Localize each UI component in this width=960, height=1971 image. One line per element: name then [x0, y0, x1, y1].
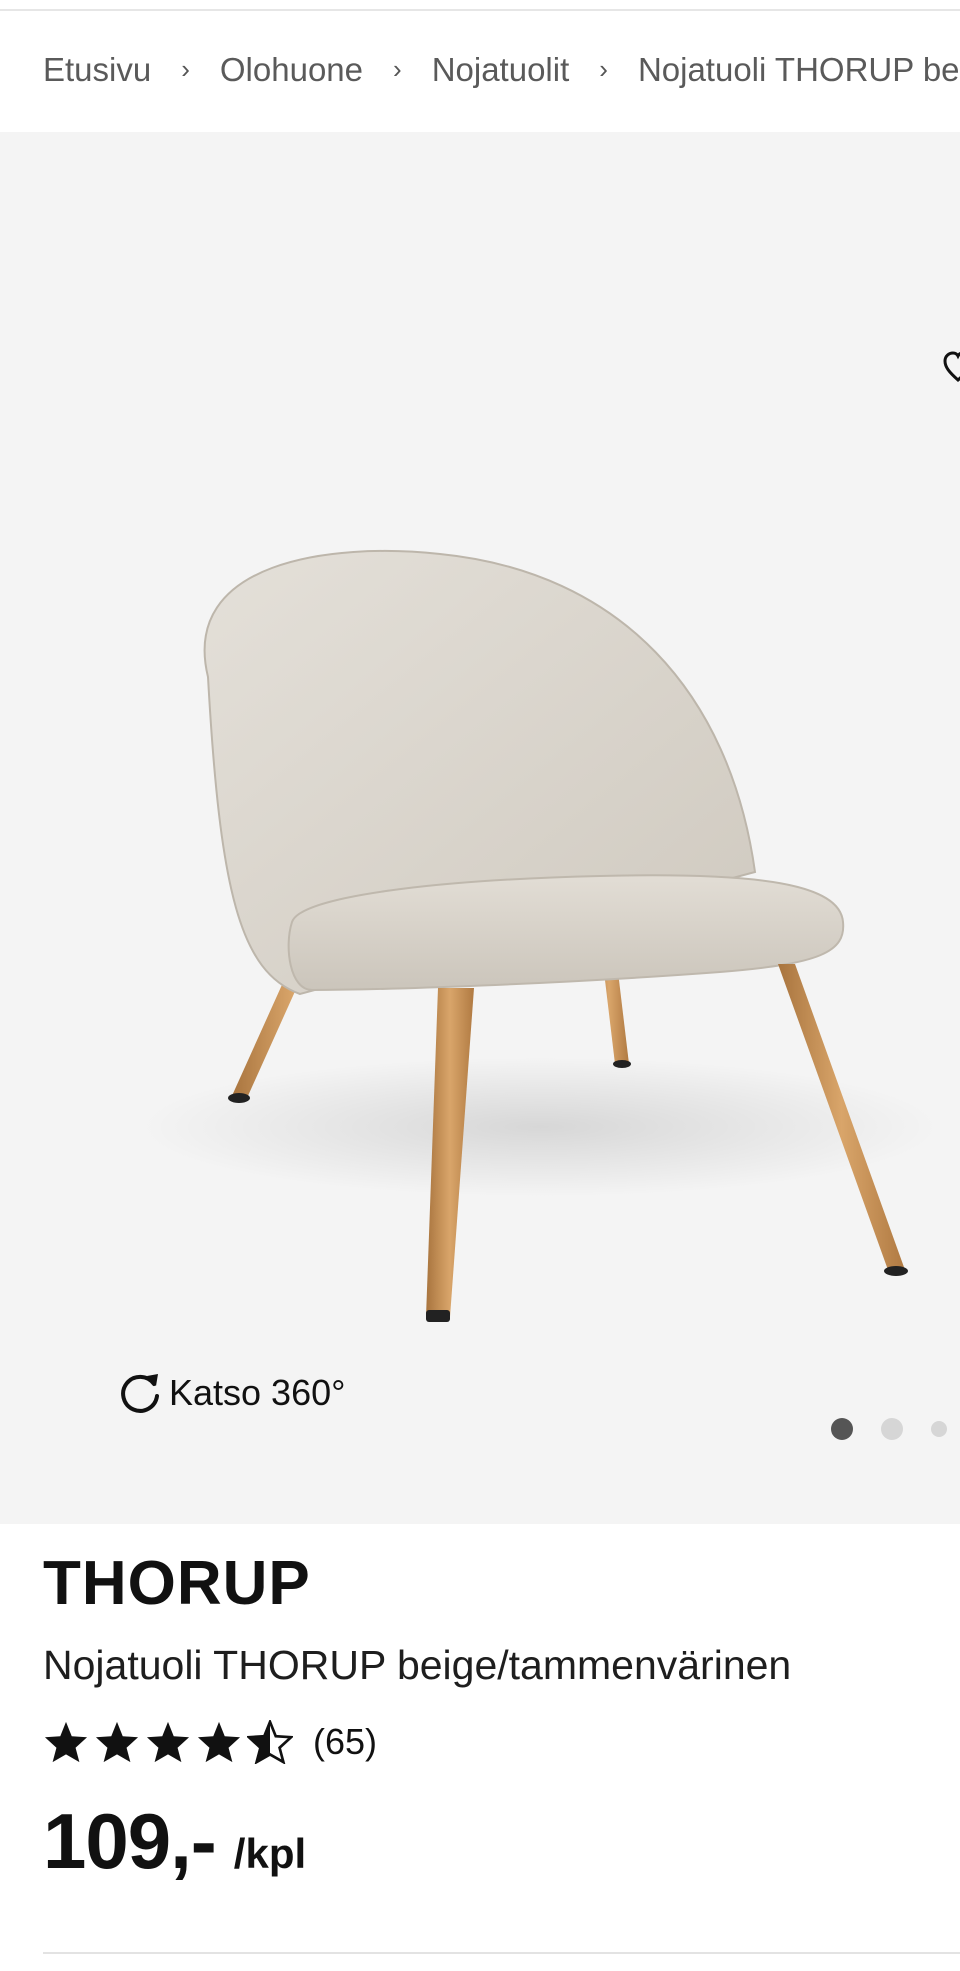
chevron-right-icon: ›	[599, 53, 608, 84]
product-image	[140, 549, 940, 1322]
star-full-icon	[146, 1721, 190, 1763]
star-full-icon	[197, 1721, 241, 1763]
review-count: (65)	[313, 1721, 378, 1762]
product-description: Nojatuoli THORUP beige/tammenvärinen	[43, 1642, 792, 1688]
product-rating[interactable]: (65)	[43, 1717, 377, 1767]
star-full-icon	[95, 1721, 139, 1763]
product-brand: THORUP	[43, 1549, 311, 1618]
price-value: 109,-	[43, 1797, 217, 1885]
breadcrumb-living-room[interactable]: Olohuone	[220, 51, 363, 89]
star-full-icon	[44, 1721, 88, 1763]
chevron-right-icon: ›	[393, 53, 402, 84]
view-360-button[interactable]: Katso 360°	[117, 1365, 346, 1421]
view-360-label: Katso 360°	[169, 1372, 346, 1413]
top-divider	[0, 9, 960, 11]
rating-stars	[43, 1720, 298, 1764]
gallery-pagination	[831, 1418, 960, 1440]
gallery-dot-1[interactable]	[831, 1418, 853, 1440]
heart-icon[interactable]	[943, 350, 960, 384]
star-half-icon	[247, 1720, 293, 1764]
product-image-gallery[interactable]: Katso 360°	[0, 132, 960, 1524]
breadcrumb-current: Nojatuoli THORUP beige/tammenvärinen	[637, 51, 960, 88]
breadcrumb-armchairs[interactable]: Nojatuolit	[432, 51, 570, 89]
chevron-right-icon: ›	[181, 53, 190, 84]
bottom-divider	[43, 1952, 960, 1954]
gallery-dot-2[interactable]	[881, 1418, 903, 1440]
gallery-dot-3[interactable]	[931, 1421, 947, 1437]
product-price: 109,- /kpl	[43, 1796, 306, 1887]
breadcrumb-home[interactable]: Etusivu	[43, 51, 151, 89]
rotate-icon	[121, 1374, 159, 1413]
breadcrumb: Etusivu › Olohuone › Nojatuolit › Nojatu…	[43, 48, 960, 92]
price-unit: /kpl	[233, 1830, 307, 1877]
